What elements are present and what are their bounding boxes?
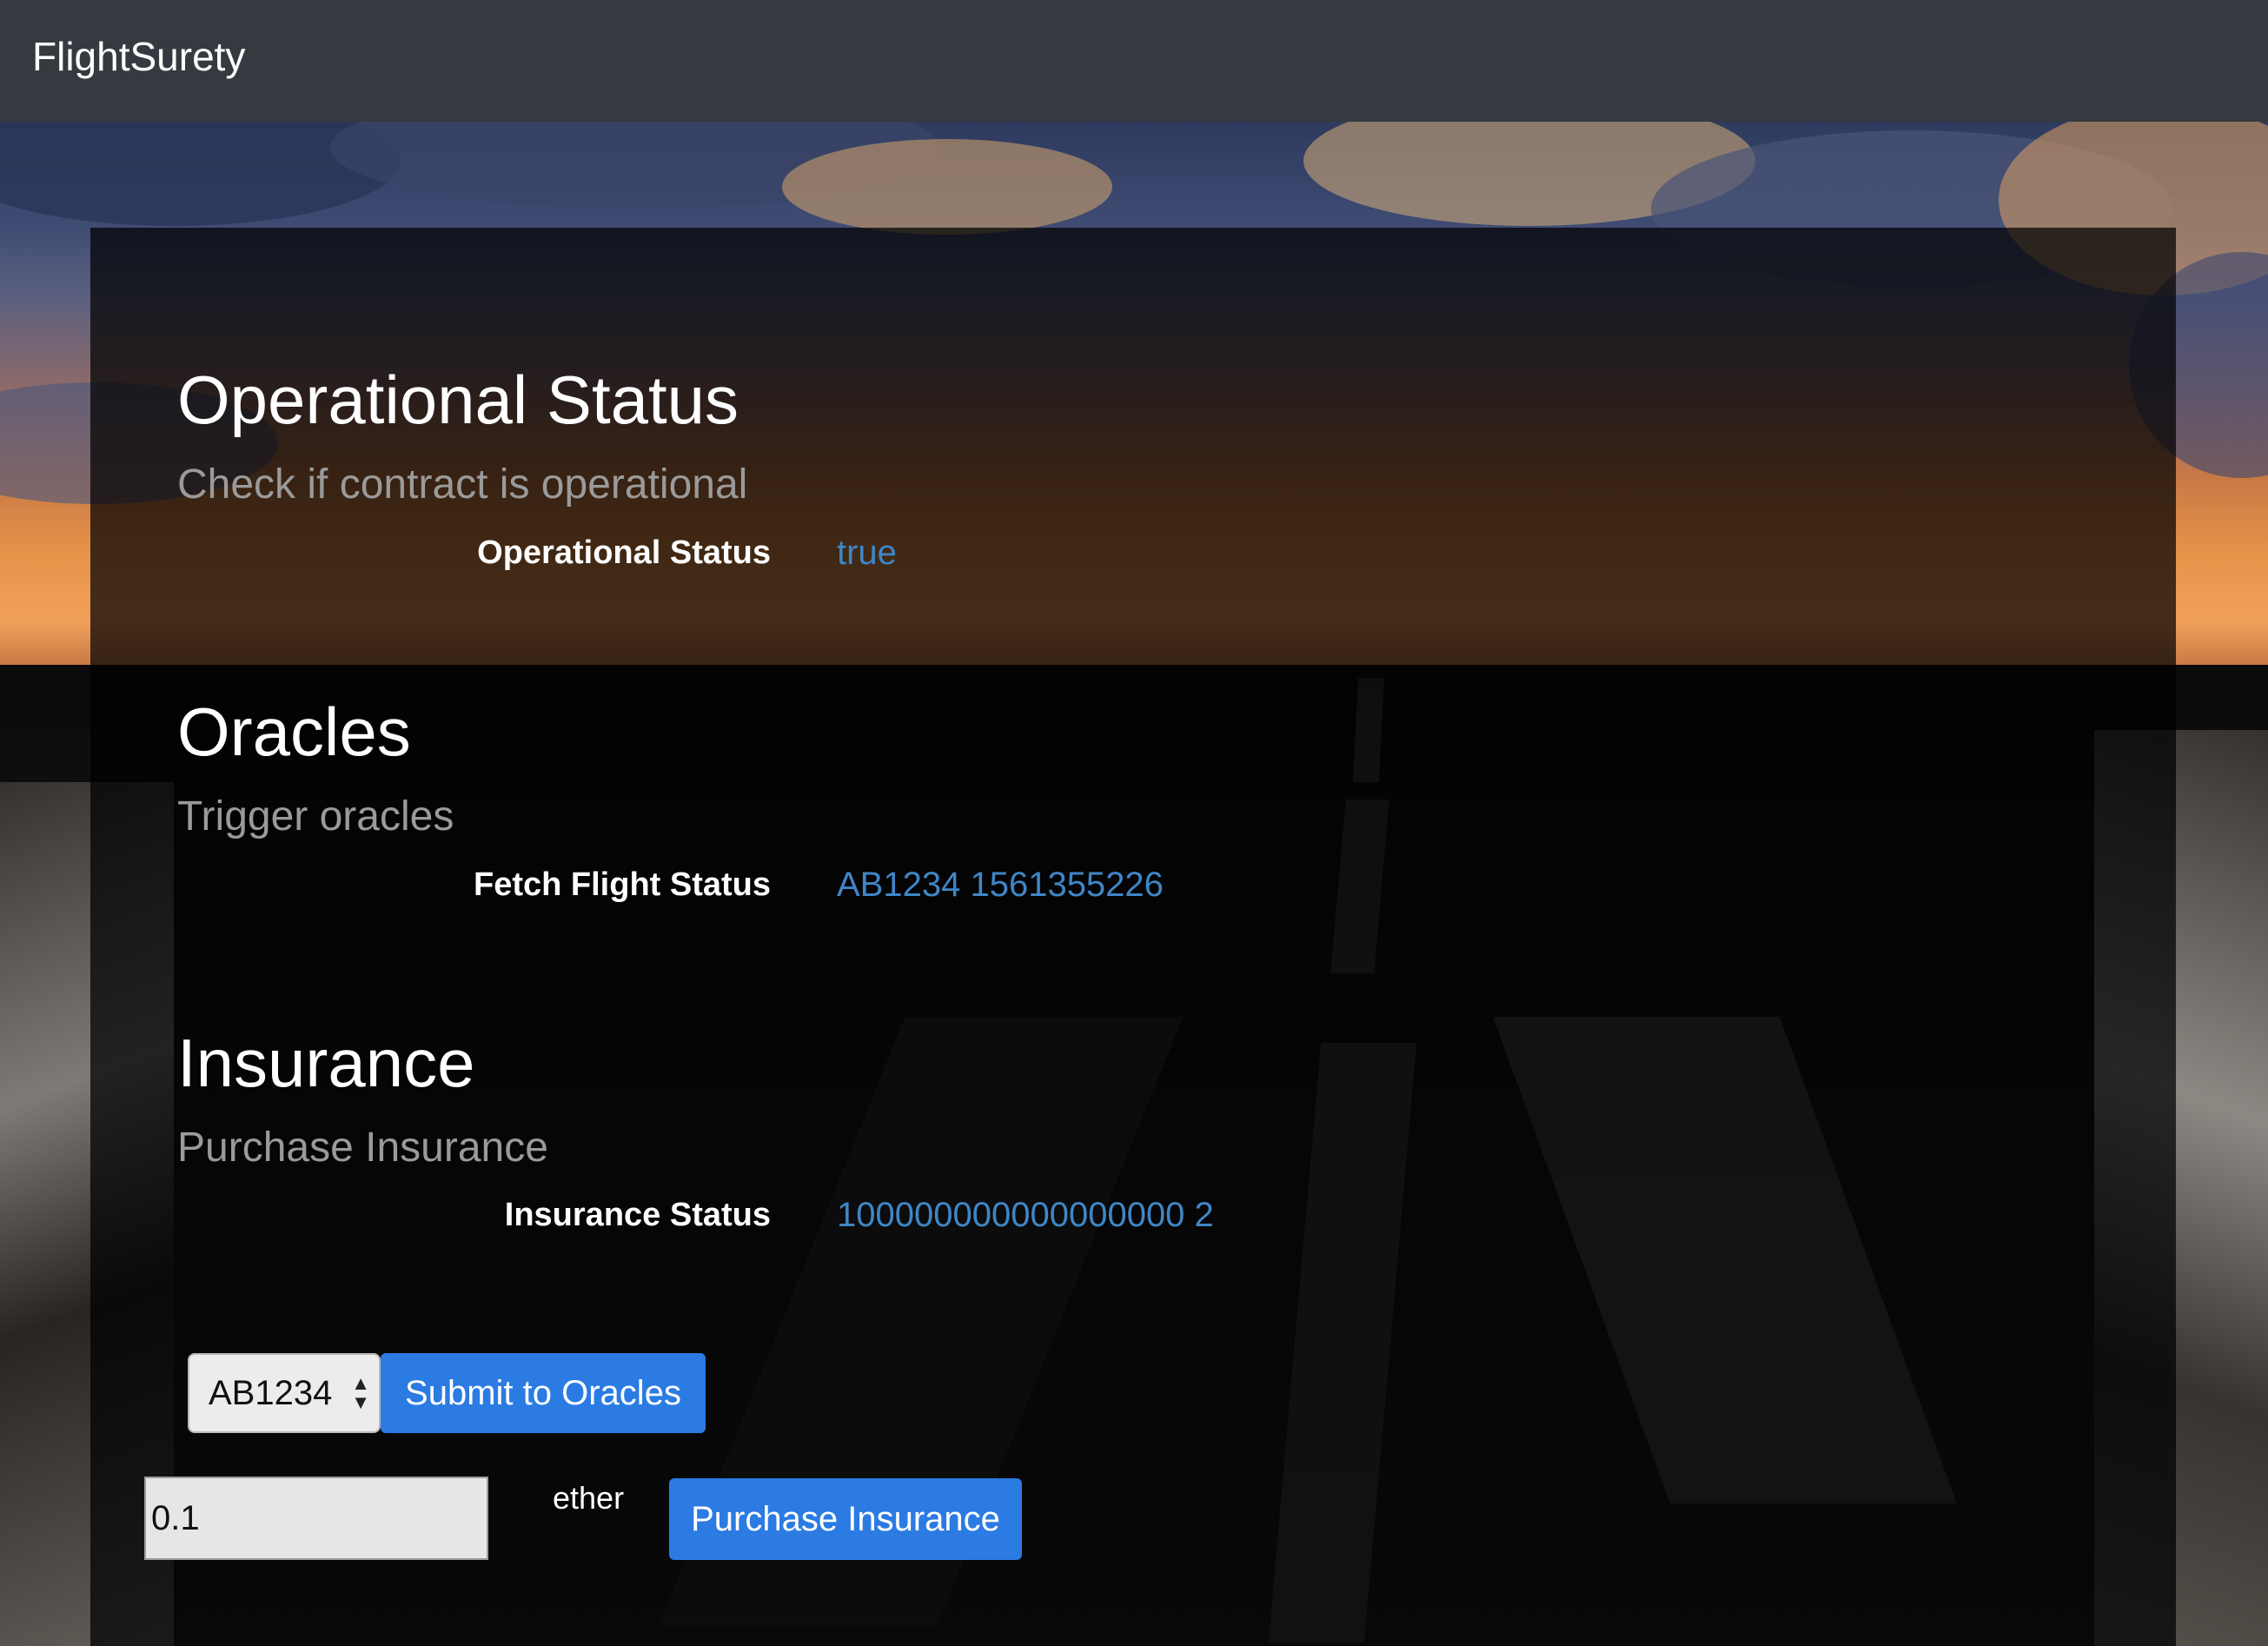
insurance-amount-input[interactable]: 0.1 (144, 1477, 488, 1560)
operational-status-label: Operational Status (477, 534, 771, 571)
navbar: FlightSurety (0, 0, 2268, 122)
ether-unit-label: ether (553, 1480, 625, 1516)
jumbotron-panel (90, 228, 2176, 1646)
select-arrows-icon: ▲ ▼ (351, 1372, 370, 1413)
submit-to-oracles-button[interactable]: Submit to Oracles (381, 1353, 706, 1433)
insurance-heading: Insurance (177, 1025, 475, 1101)
operational-status-subtitle: Check if contract is operational (177, 461, 748, 508)
fetch-flight-status-value: AB1234 1561355226 (837, 866, 1164, 904)
insurance-subtitle: Purchase Insurance (177, 1125, 548, 1171)
flight-select[interactable]: AB1234 ▲ ▼ (188, 1353, 381, 1433)
insurance-status-label: Insurance Status (504, 1197, 771, 1233)
operational-status-value: true (837, 534, 897, 572)
brand-title[interactable]: FlightSurety (32, 33, 245, 80)
insurance-status-value: 100000000000000000 2 (837, 1196, 1214, 1234)
flight-select-value: AB1234 (209, 1373, 333, 1412)
fetch-flight-status-label: Fetch Flight Status (474, 866, 771, 903)
purchase-insurance-button[interactable]: Purchase Insurance (669, 1478, 1022, 1560)
oracles-heading: Oracles (177, 694, 411, 770)
operational-status-heading: Operational Status (177, 362, 739, 438)
insurance-amount-value: 0.1 (151, 1498, 200, 1537)
oracles-subtitle: Trigger oracles (177, 793, 454, 840)
